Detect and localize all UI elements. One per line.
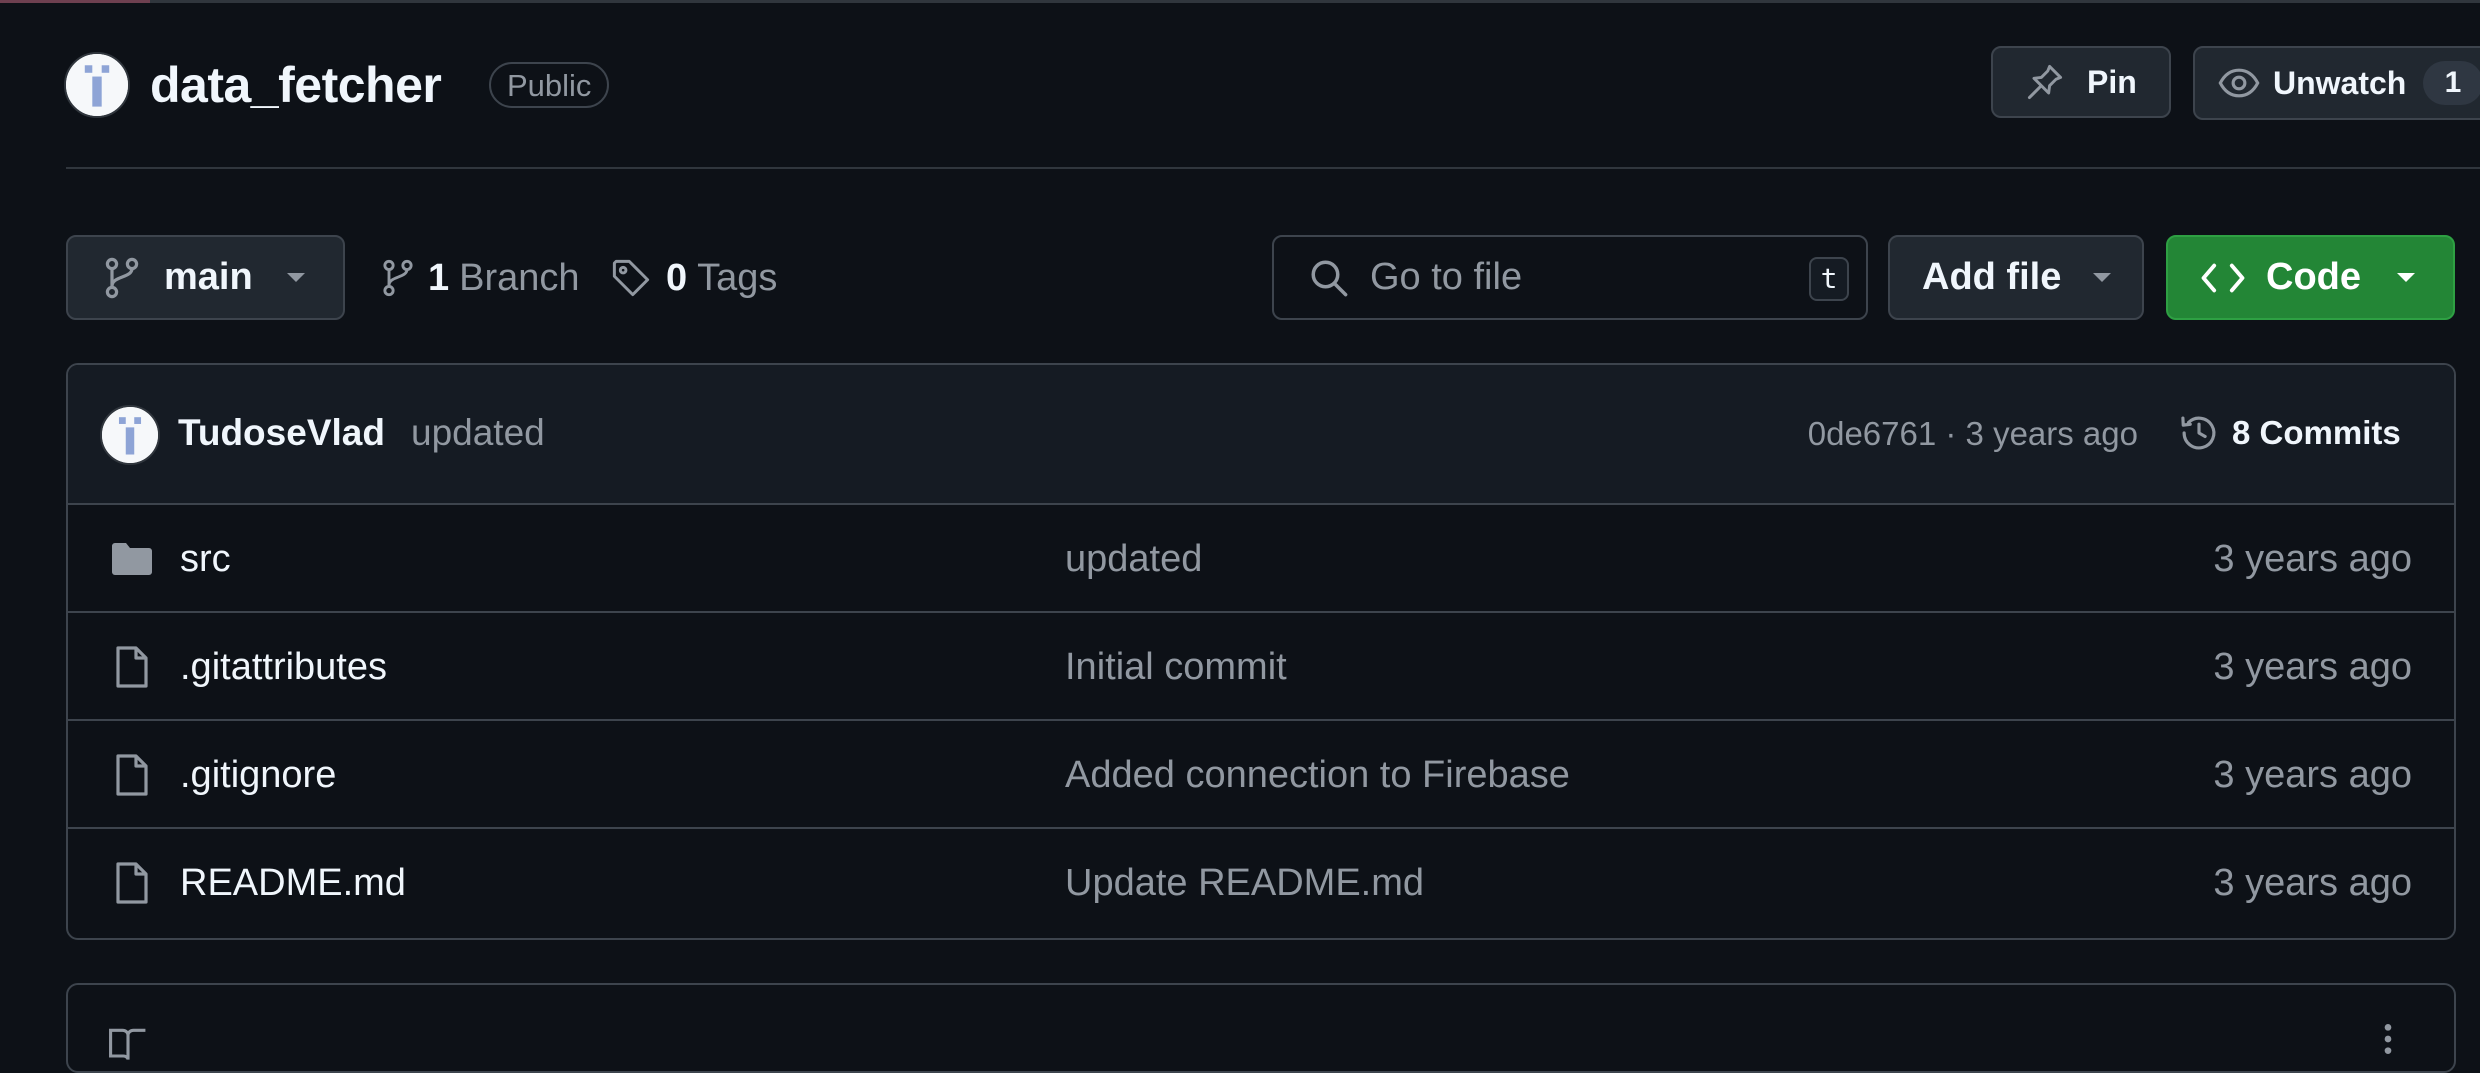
file-date: 3 years ago [2213,538,2412,580]
file-commit-link[interactable]: Initial commit [1065,639,1287,695]
commit-hash-age[interactable]: 0de6761 · 3 years ago [1808,411,2138,457]
file-icon [108,643,156,691]
file-name-link[interactable]: .gitattributes [180,639,387,695]
file-date: 3 years ago [2213,646,2412,688]
folder-icon [108,535,156,583]
caret-down-icon [2091,271,2113,285]
git-branch-icon [380,257,416,299]
file-row[interactable]: README.md Update README.md 3 years ago [68,829,2454,937]
commits-history-link[interactable]: 8 Commits [2178,407,2401,459]
tags-link[interactable]: 0 Tags [610,250,777,306]
unwatch-button[interactable]: Unwatch 1 [2193,46,2480,120]
search-placeholder: Go to file [1370,256,1523,298]
repo-owner-avatar[interactable] [64,52,130,118]
file-row[interactable]: src updated 3 years ago [68,505,2454,613]
tag-icon [610,257,652,299]
tag-label: Tags [697,257,778,299]
search-icon [1308,257,1350,299]
file-row[interactable]: .gitignore Added connection to Firebase … [68,721,2454,829]
branches-link[interactable]: 1 Branch [380,250,580,306]
window-top-border [0,0,2480,3]
commit-author-avatar[interactable] [100,405,160,465]
header-divider [66,167,2480,169]
code-label: Code [2266,256,2361,298]
eye-icon [2217,61,2261,105]
file-commit-link[interactable]: updated [1065,531,1202,587]
caret-down-icon [285,271,307,285]
visibility-badge: Public [489,62,610,108]
branch-count: 1 [428,257,450,299]
file-name-link[interactable]: .gitignore [180,747,336,803]
commit-author-link[interactable]: TudoseVlad [178,407,385,459]
pin-label: Pin [2087,63,2137,100]
code-icon [2200,260,2246,296]
latest-commit-row: TudoseVlad updated 0de6761 · 3 years ago… [68,365,2454,505]
pin-button[interactable]: Pin [1991,46,2171,118]
tag-count: 0 [666,257,688,299]
code-button[interactable]: Code [2166,235,2455,320]
add-file-label: Add file [1922,256,2062,298]
book-icon [106,1023,150,1067]
search-shortcut-key: t [1809,257,1849,301]
caret-down-icon [2395,271,2417,285]
watch-counter: 1 [2423,61,2480,105]
file-icon [108,859,156,907]
git-branch-icon [102,256,142,300]
file-commit-link[interactable]: Added connection to Firebase [1065,747,1570,803]
current-branch-label: main [164,256,253,298]
file-commit-link[interactable]: Update README.md [1065,855,1424,911]
go-to-file-input[interactable]: Go to file t [1272,235,1868,320]
file-date: 3 years ago [2213,754,2412,796]
file-name-link[interactable]: README.md [180,855,406,911]
repo-name-link[interactable]: data_fetcher [150,50,442,120]
file-name-link[interactable]: src [180,531,231,587]
branch-selector-button[interactable]: main [66,235,345,320]
branch-label: Branch [459,257,580,299]
readme-panel [66,983,2456,1073]
add-file-button[interactable]: Add file [1888,235,2144,320]
commit-message-link[interactable]: updated [411,407,545,459]
file-tree-table: TudoseVlad updated 0de6761 · 3 years ago… [66,363,2456,940]
history-icon [2178,412,2220,454]
file-date: 3 years ago [2213,862,2412,904]
unwatch-label: Unwatch [2273,64,2407,101]
pin-icon [2023,60,2067,104]
file-row[interactable]: .gitattributes Initial commit 3 years ag… [68,613,2454,721]
active-tab-indicator [0,0,150,3]
file-icon [108,751,156,799]
commits-count-label: 8 Commits [2232,414,2401,451]
kebab-icon[interactable] [2368,1019,2408,1059]
